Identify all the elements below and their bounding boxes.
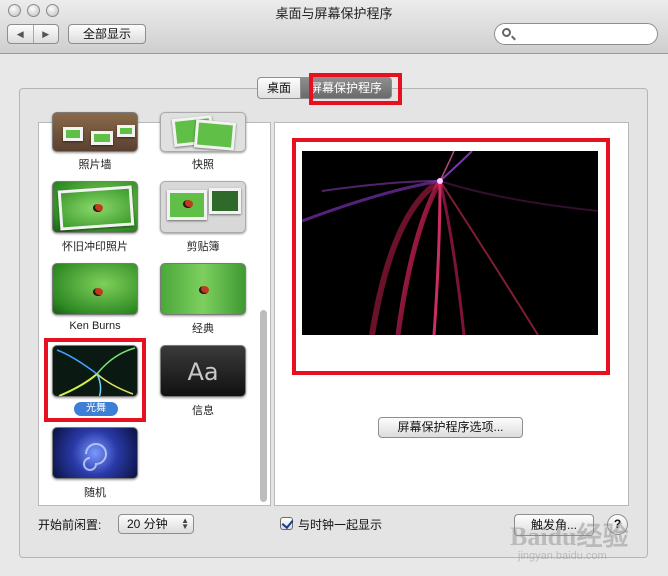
- show-with-clock-checkbox[interactable]: [280, 517, 293, 530]
- screensaver-label: 经典: [192, 323, 214, 335]
- show-with-clock-label: 与时钟一起显示: [298, 518, 383, 532]
- screensaver-label: 随机: [84, 487, 106, 499]
- forward-arrow-icon[interactable]: ▶: [32, 25, 59, 43]
- screensaver-thumb-scrapbook[interactable]: [160, 181, 246, 233]
- stepper-arrows-icon: ▲ ▼: [181, 516, 189, 531]
- screensaver-thumb-vintage-prints[interactable]: [52, 181, 138, 233]
- screensaver-thumb-message[interactable]: Aa: [160, 345, 246, 397]
- gallery-scrollbar[interactable]: [260, 310, 267, 502]
- screensaver-thumb-snapshots[interactable]: [160, 112, 246, 152]
- screensaver-thumb-ken-burns[interactable]: [52, 263, 138, 315]
- baidu-watermark: Baidu经验 jingyan.baidu.com: [510, 516, 660, 566]
- watermark-url: jingyan.baidu.com: [518, 550, 607, 562]
- preview-highlight-box: [292, 138, 610, 375]
- screensaver-thumb-random[interactable]: [52, 427, 138, 479]
- screensaver-label: 剪贴簿: [186, 241, 220, 253]
- screensaver-thumb-photo-wall[interactable]: [52, 112, 138, 152]
- screensaver-label: Ken Burns: [69, 320, 121, 332]
- search-icon: [502, 28, 511, 37]
- watermark-logo-text: Baidu经验: [510, 522, 629, 551]
- screensaver-options-button[interactable]: 屏幕保护程序选项...: [378, 417, 523, 438]
- screensaver-thumb-classic[interactable]: [160, 263, 246, 315]
- start-after-label: 开始前闲置:: [38, 518, 102, 532]
- screensaver-label: 照片墙: [78, 159, 112, 171]
- start-after-value: 20 分钟: [127, 517, 168, 531]
- screensaver-label: 信息: [192, 405, 214, 417]
- start-after-select[interactable]: 20 分钟 ▲ ▼: [118, 514, 194, 534]
- screensaver-label: 怀旧冲印照片: [62, 241, 128, 253]
- search-input[interactable]: [494, 23, 658, 45]
- flurry-highlight-box: [44, 338, 146, 422]
- tab-desktop[interactable]: 桌面: [257, 77, 302, 99]
- message-glyph: Aa: [187, 358, 219, 386]
- back-arrow-icon[interactable]: ◀: [8, 25, 33, 43]
- back-forward-control: ◀ ▶: [7, 24, 59, 44]
- show-all-button[interactable]: 全部显示: [68, 24, 146, 44]
- window-title: 桌面与屏幕保护程序: [275, 6, 393, 21]
- screensaver-label: 快照: [192, 159, 214, 171]
- swirl-icon: [83, 443, 107, 471]
- title-bar: 桌面与屏幕保护程序 ◀ ▶ 全部显示: [0, 0, 668, 54]
- tab-highlight-box: [309, 73, 402, 105]
